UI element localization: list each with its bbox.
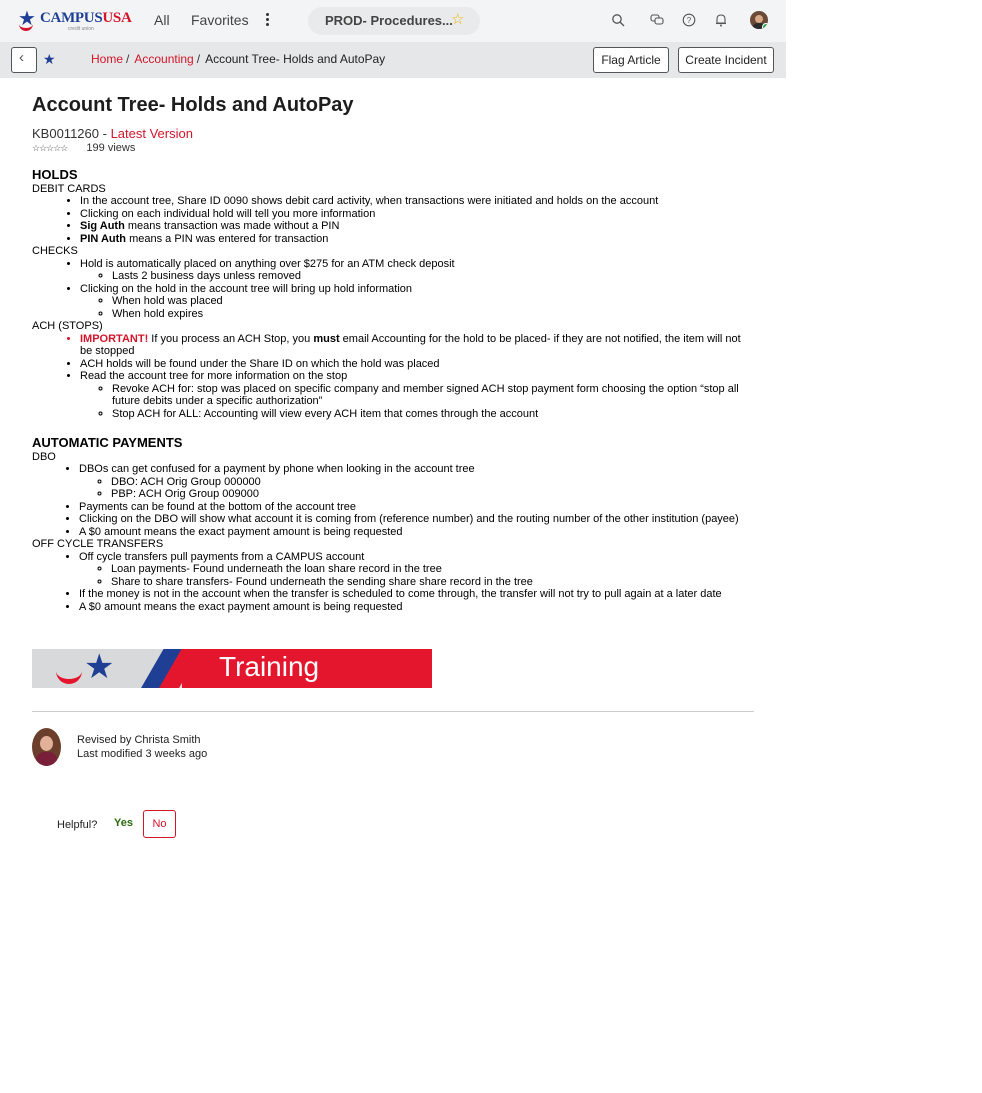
checks-list: Hold is automatically placed on anything… [32, 258, 754, 321]
bell-icon[interactable] [714, 13, 728, 27]
article-body: HOLDS DEBIT CARDS In the account tree, S… [32, 167, 754, 614]
more-menu-icon[interactable] [262, 12, 272, 28]
banner-swoosh-icon [56, 667, 82, 684]
no-button[interactable]: No [143, 810, 176, 838]
list-item: Revoke ACH for: stop was placed on speci… [112, 383, 754, 408]
subheading-ach-stops: ACH (STOPS) [32, 320, 103, 332]
svg-text:?: ? [687, 16, 692, 25]
banner-text: Training [219, 651, 320, 682]
context-pill-label: PROD- Procedures... [325, 13, 453, 28]
off-cycle-list: Off cycle transfers pull payments from a… [32, 551, 754, 614]
list-item: Loan payments- Found underneath the loan… [111, 563, 754, 576]
list-item: Read the account tree for more informati… [80, 370, 754, 420]
list-item: When hold expires [112, 308, 754, 321]
list-item: ACH holds will be found under the Share … [80, 358, 754, 371]
section-heading-autopay: AUTOMATIC PAYMENTS [32, 435, 183, 450]
article-title: Account Tree- Holds and AutoPay [32, 94, 354, 116]
logo-brand-1: CAMPUS [40, 10, 103, 26]
important-label: IMPORTANT! [80, 332, 149, 345]
list-item: Stop ACH for ALL: Accounting will view e… [112, 408, 754, 421]
ach-list: IMPORTANT! If you process an ACH Stop, y… [32, 333, 754, 421]
list-item: Share to share transfers- Found undernea… [111, 576, 754, 589]
bookmark-star-icon[interactable]: ★ [43, 51, 56, 68]
banner-star-icon: ★ [84, 649, 115, 686]
rating-row: ☆☆☆☆☆ 199 views [32, 142, 754, 156]
last-modified: Last modified 3 weeks ago [77, 748, 208, 760]
list-item: Sig Auth means transaction was made with… [80, 220, 754, 233]
nav-all[interactable]: All [154, 12, 170, 28]
subheading-dbo: DBO [32, 450, 56, 463]
breadcrumb: Home / Accounting / Account Tree- Holds and … [91, 52, 386, 66]
breadcrumb-accounting[interactable]: Accounting [134, 52, 193, 66]
rating-stars-icon[interactable]: ☆☆☆☆☆ [32, 143, 68, 153]
online-status-icon [762, 23, 768, 29]
breadcrumb-home[interactable]: Home [91, 52, 123, 66]
list-item: A $0 amount means the exact payment amou… [79, 601, 754, 614]
favorite-star-icon[interactable]: ☆ [451, 10, 464, 28]
back-button[interactable]: ‹ [11, 47, 37, 73]
revision-info: Revised by Christa Smith Last modified 3… [77, 733, 207, 761]
help-icon[interactable]: ? [682, 13, 696, 27]
user-avatar[interactable] [750, 11, 768, 29]
subheading-off-cycle-transfers: OFF CYCLE TRANSFERS [32, 538, 164, 550]
list-item: If the money is not in the account when … [79, 588, 754, 601]
helpful-label: Helpful? [57, 819, 98, 831]
divider [32, 711, 754, 712]
article-toolbar: ‹ ★ Home / Accounting / Account Tree- Holds … [0, 42, 786, 78]
context-pill[interactable]: PROD- Procedures... ☆ [308, 7, 480, 35]
top-navigation-bar: ★ CAMPUSUSA credit union All Favorites P… [0, 0, 786, 42]
list-item: DBOs can get confused for a payment by p… [79, 463, 754, 501]
dbo-list: DBOs can get confused for a payment by p… [32, 463, 754, 538]
list-item: When hold was placed [112, 295, 754, 308]
logo-tagline: credit union [68, 26, 94, 32]
latest-version-link[interactable]: Latest Version [111, 126, 193, 141]
list-item: DBO: ACH Orig Group 000000 [111, 476, 754, 489]
list-item: Clicking on the DBO will show what accou… [79, 513, 754, 526]
flag-article-button[interactable]: Flag Article [593, 47, 669, 73]
list-item: PIN Auth means a PIN was entered for tra… [80, 233, 754, 246]
list-item: A $0 amount means the exact payment amou… [79, 526, 754, 539]
chat-icon[interactable] [650, 13, 664, 27]
breadcrumb-current: Account Tree- Holds and AutoPay [205, 52, 386, 66]
debit-list: In the account tree, Share ID 0090 shows… [32, 195, 754, 245]
campus-usa-logo[interactable]: ★ CAMPUSUSA credit union [18, 9, 133, 33]
view-count: 199 views [86, 142, 136, 154]
create-incident-button[interactable]: Create Incident [678, 47, 774, 73]
list-item: PBP: ACH Orig Group 009000 [111, 488, 754, 501]
subheading-debit-cards: DEBIT CARDS [32, 182, 106, 195]
section-heading-holds: HOLDS [32, 167, 78, 182]
article: Account Tree- Holds and AutoPay KB001126… [32, 94, 754, 613]
revised-by: Revised by Christa Smith [77, 734, 201, 746]
yes-button[interactable]: Yes [114, 817, 133, 829]
chevron-left-icon: ‹ [19, 49, 24, 66]
list-item: Lasts 2 business days unless removed [112, 270, 754, 283]
list-item: In the account tree, Share ID 0090 shows… [80, 195, 754, 208]
article-number: KB0011260 [32, 126, 99, 141]
list-item: Off cycle transfers pull payments from a… [79, 551, 754, 589]
list-item: Clicking on the hold in the account tree… [80, 283, 754, 321]
subheading-checks: CHECKS [32, 245, 78, 257]
list-item: Hold is automatically placed on anything… [80, 258, 754, 283]
list-item: Clicking on each individual hold will te… [80, 208, 754, 221]
training-banner: ★ Training [32, 649, 432, 688]
search-icon[interactable] [611, 13, 625, 27]
logo-brand-2: USA [102, 10, 132, 26]
article-meta: KB0011260 - Latest Version [32, 126, 193, 141]
important-list-item: IMPORTANT! If you process an ACH Stop, y… [80, 333, 754, 358]
nav-favorites[interactable]: Favorites [191, 12, 249, 28]
author-avatar [32, 728, 61, 766]
list-item: Payments can be found at the bottom of t… [79, 501, 754, 514]
